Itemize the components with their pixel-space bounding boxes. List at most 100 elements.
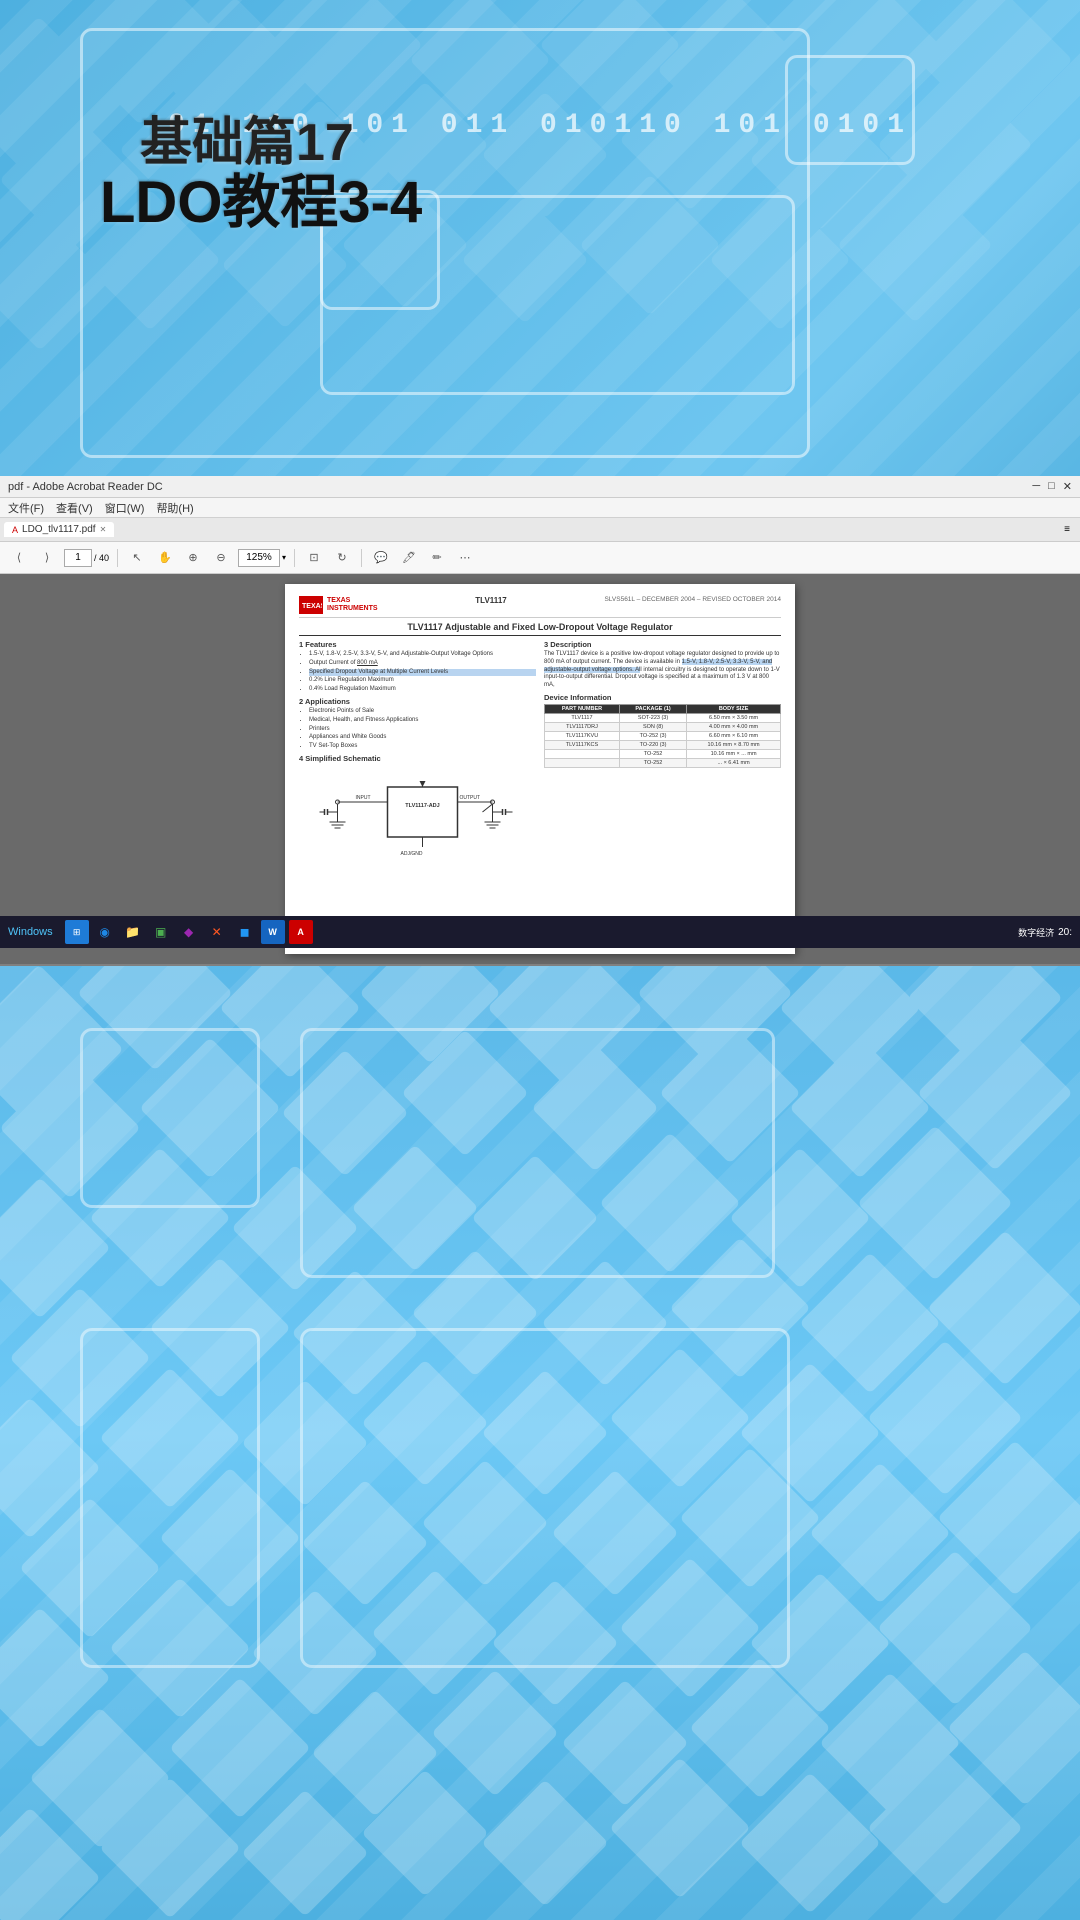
- table-row: TLV1117 SOT-223 (3) 6.50 mm × 3.50 mm: [545, 713, 781, 722]
- app-item-2: Medical, Health, and Fitness Application…: [309, 717, 536, 725]
- zoom-out-btn[interactable]: ⊖: [210, 547, 232, 569]
- taskbar: Windows ⊞ ◉ 📁 ▣ ◆ ✕ ◼ W A 数字经济 20:: [0, 916, 1080, 948]
- svg-text:ADJ/GND: ADJ/GND: [401, 851, 423, 857]
- acrobat-toolbar: ⟨ ⟩ / 40 ↖ ✋ ⊕ ⊖ ▾ ⊡ ↻ 💬 🖊 ✏ ⋯: [0, 542, 1080, 574]
- menu-help[interactable]: 帮助(H): [156, 500, 193, 516]
- tab-close-icon[interactable]: ✕: [100, 525, 107, 534]
- toolbar-divider-2: [294, 549, 295, 567]
- toolbar-divider-3: [361, 549, 362, 567]
- table-row: TO-252 10.16 mm × ... mm: [545, 749, 781, 758]
- table-cell-part-4: TLV1117KCS: [545, 740, 620, 749]
- highlight-btn[interactable]: 🖊: [398, 547, 420, 569]
- feature-item-3-highlighted: Specified Dropout Voltage at Multiple Cu…: [309, 669, 536, 677]
- taskbar-icon-acrobat[interactable]: A: [289, 920, 313, 944]
- pdf-page-header: TEXAS TEXASINSTRUMENTS TLV1117 SLVS561L …: [299, 596, 781, 618]
- comment-btn[interactable]: 💬: [370, 547, 392, 569]
- table-row: TLV1117KCS TO-220 (3) 10.16 mm × 8.70 mm: [545, 740, 781, 749]
- zoom-dropdown-icon[interactable]: ▾: [282, 553, 286, 562]
- table-cell-body-1: 6.50 mm × 3.50 mm: [687, 713, 781, 722]
- acrobat-titlebar: pdf - Adobe Acrobat Reader DC ─ □ ✕: [0, 476, 1080, 498]
- table-cell-body-6: ... × 6.41 mm: [687, 758, 781, 767]
- description-heading: 3 Description: [544, 640, 781, 649]
- cursor-tool-btn[interactable]: ↖: [126, 547, 148, 569]
- table-row: TLV1117DRJ SON (8) 4.00 mm × 4.00 mm: [545, 722, 781, 731]
- schematic-heading: 4 Simplified Schematic: [299, 754, 536, 763]
- table-cell-pkg-3: TO-252 (3): [619, 731, 686, 740]
- overlay-subtitle-text: LDO教程3-4: [100, 170, 422, 235]
- zoom-input[interactable]: [238, 549, 280, 567]
- start-label[interactable]: Windows: [0, 926, 61, 938]
- taskbar-icon-windows[interactable]: ⊞: [65, 920, 89, 944]
- table-cell-part-3: TLV1117KVU: [545, 731, 620, 740]
- device-info-table: PART NUMBER PACKAGE (1) BODY SIZE TLV111…: [544, 704, 781, 768]
- prev-page-btn[interactable]: ⟨: [8, 547, 30, 569]
- table-row: TLV1117KVU TO-252 (3) 6.60 mm × 6.10 mm: [545, 731, 781, 740]
- ti-logo-text: TEXASINSTRUMENTS: [327, 597, 378, 612]
- rotate-btn[interactable]: ↻: [331, 547, 353, 569]
- menu-view[interactable]: 查看(V): [56, 500, 93, 516]
- menu-window[interactable]: 窗口(W): [105, 500, 145, 516]
- taskbar-time: 20:: [1058, 927, 1072, 938]
- table-row: TO-252 ... × 6.41 mm: [545, 758, 781, 767]
- table-cell-part-1: TLV1117: [545, 713, 620, 722]
- schematic-diagram: TLV1117-ADJ INPUT: [299, 767, 536, 862]
- taskbar-icon-app3[interactable]: ✕: [205, 920, 229, 944]
- ti-logo-icon: TEXAS: [299, 596, 323, 614]
- page-number-input[interactable]: [64, 549, 92, 567]
- applications-heading: 2 Applications: [299, 697, 536, 706]
- close-btn[interactable]: ✕: [1063, 480, 1072, 493]
- zoom-in-btn[interactable]: ⊕: [182, 547, 204, 569]
- more-tools-btn[interactable]: ⋯: [454, 547, 476, 569]
- table-cell-part-2: TLV1117DRJ: [545, 722, 620, 731]
- sidebar-toggle-icon[interactable]: ≡: [1064, 524, 1070, 535]
- maximize-btn[interactable]: □: [1048, 480, 1055, 493]
- table-cell-part-5: [545, 749, 620, 758]
- overlay-subtitle: LDO教程3-4: [100, 155, 422, 239]
- description-text: The TLV1117 device is a positive low-dro…: [544, 651, 781, 690]
- features-list: 1.5-V, 1.8-V, 2.5-V, 3.3-V, 5-V, and Adj…: [299, 651, 536, 694]
- taskbar-icon-app4[interactable]: ◼: [233, 920, 257, 944]
- features-heading: 1 Features: [299, 640, 536, 649]
- fit-page-btn[interactable]: ⊡: [303, 547, 325, 569]
- table-header-body: BODY SIZE: [687, 704, 781, 713]
- applications-list: Electronic Points of Sale Medical, Healt…: [299, 708, 536, 751]
- table-header-package: PACKAGE (1): [619, 704, 686, 713]
- table-cell-pkg-2: SON (8): [619, 722, 686, 731]
- pen-btn[interactable]: ✏: [426, 547, 448, 569]
- menu-file[interactable]: 文件(F): [8, 500, 44, 516]
- svg-text:OUTPUT: OUTPUT: [460, 795, 481, 801]
- feature-item-2: Output Current of 800 mA: [309, 660, 536, 668]
- ti-logo: TEXAS TEXASINSTRUMENTS: [299, 596, 378, 614]
- schematic-svg: TLV1117-ADJ INPUT: [299, 767, 536, 857]
- svg-text:TEXAS: TEXAS: [302, 603, 322, 610]
- taskbar-icon-word[interactable]: W: [261, 920, 285, 944]
- pdf-viewer: pdf - Adobe Acrobat Reader DC ─ □ ✕ 文件(F…: [0, 476, 1080, 966]
- taskbar-right: 数字经济 20:: [1010, 926, 1080, 939]
- taskbar-icon-app1[interactable]: ▣: [149, 920, 173, 944]
- part-number: TLV1117: [475, 596, 506, 605]
- doc-reference: SLVS561L – DECEMBER 2004 – REVISED OCTOB…: [604, 596, 781, 603]
- app-item-4: Appliances and White Goods: [309, 734, 536, 742]
- table-cell-pkg-6: TO-252: [619, 758, 686, 767]
- hand-tool-btn[interactable]: ✋: [154, 547, 176, 569]
- pdf-left-column: 1 Features 1.5-V, 1.8-V, 2.5-V, 3.3-V, 5…: [299, 640, 536, 862]
- table-header-part: PART NUMBER: [545, 704, 620, 713]
- taskbar-icon-ie[interactable]: ◉: [93, 920, 117, 944]
- table-cell-pkg-4: TO-220 (3): [619, 740, 686, 749]
- table-cell-part-6: [545, 758, 620, 767]
- table-cell-body-4: 10.16 mm × 8.70 mm: [687, 740, 781, 749]
- device-info-heading: Device Information: [544, 693, 781, 702]
- minimize-btn[interactable]: ─: [1032, 480, 1040, 493]
- pdf-tab[interactable]: A LDO_tlv1117.pdf ✕: [4, 522, 114, 537]
- next-page-btn[interactable]: ⟩: [36, 547, 58, 569]
- pdf-page: TEXAS TEXASINSTRUMENTS TLV1117 SLVS561L …: [285, 584, 795, 954]
- taskbar-icon-explorer[interactable]: 📁: [121, 920, 145, 944]
- table-cell-pkg-5: TO-252: [619, 749, 686, 758]
- pdf-right-column: 3 Description The TLV1117 device is a po…: [544, 640, 781, 862]
- taskbar-icon-app2[interactable]: ◆: [177, 920, 201, 944]
- app-item-1: Electronic Points of Sale: [309, 708, 536, 716]
- bottom-decoration: [0, 948, 1080, 1920]
- table-cell-body-3: 6.60 mm × 6.10 mm: [687, 731, 781, 740]
- bottom-diamond-svg: [0, 948, 1080, 1920]
- app-item-3: Printers: [309, 726, 536, 734]
